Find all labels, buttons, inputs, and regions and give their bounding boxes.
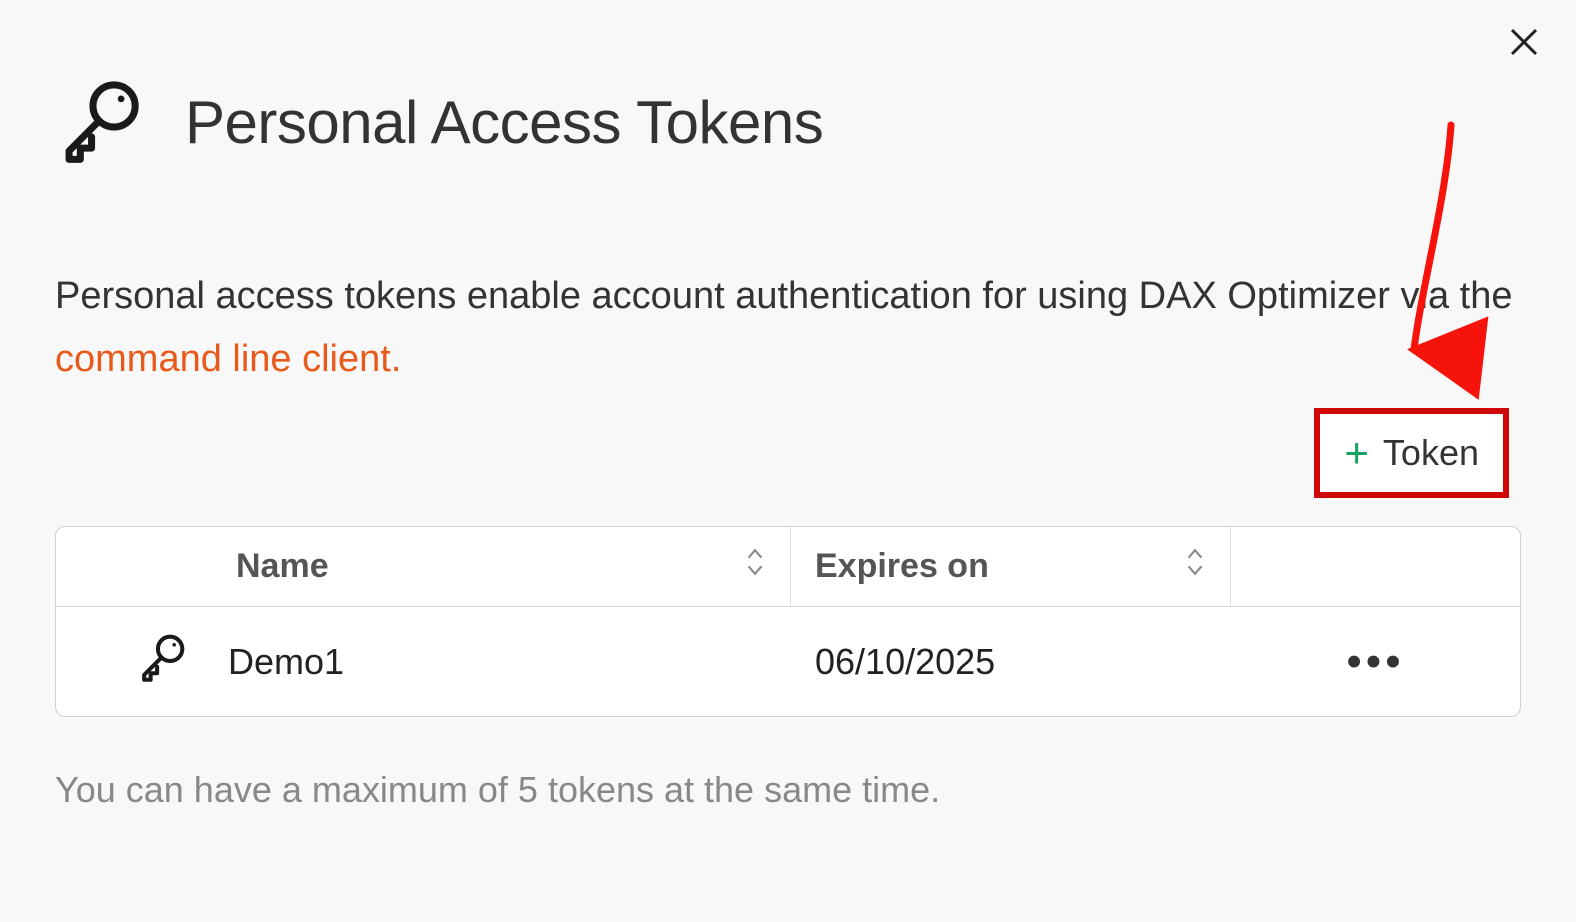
tokens-panel: Personal Access Tokens Personal access t… bbox=[0, 0, 1576, 841]
token-name: Demo1 bbox=[228, 641, 344, 683]
column-header-expires-label: Expires on bbox=[815, 547, 989, 586]
column-header-name[interactable]: Name bbox=[56, 527, 791, 606]
add-token-row: + Token bbox=[55, 408, 1521, 498]
footer-note: You can have a maximum of 5 tokens at th… bbox=[55, 769, 1521, 811]
sort-icon bbox=[744, 547, 766, 586]
description-prefix: Personal access tokens enable account au… bbox=[55, 275, 1512, 317]
close-icon bbox=[1508, 26, 1540, 58]
add-token-button[interactable]: + Token bbox=[1314, 408, 1509, 498]
column-header-expires[interactable]: Expires on bbox=[791, 527, 1231, 606]
add-token-label: Token bbox=[1383, 432, 1479, 474]
key-icon bbox=[136, 631, 188, 692]
row-actions-button[interactable]: ••• bbox=[1231, 616, 1520, 708]
table-row: Demo1 06/10/2025 ••• bbox=[56, 607, 1520, 716]
page-title: Personal Access Tokens bbox=[185, 88, 823, 157]
plus-icon: + bbox=[1344, 432, 1369, 474]
column-header-name-label: Name bbox=[236, 547, 329, 586]
sort-icon bbox=[1184, 547, 1206, 586]
table-header: Name Expires on bbox=[56, 527, 1520, 607]
description-text: Personal access tokens enable account au… bbox=[55, 265, 1521, 390]
cell-expires: 06/10/2025 bbox=[791, 617, 1231, 707]
more-icon: ••• bbox=[1346, 640, 1404, 684]
token-expires: 06/10/2025 bbox=[815, 641, 995, 682]
tokens-table: Name Expires on bbox=[55, 526, 1521, 717]
column-header-actions bbox=[1231, 527, 1520, 606]
key-icon bbox=[55, 75, 145, 170]
header: Personal Access Tokens bbox=[55, 75, 1521, 170]
cli-link[interactable]: command line client. bbox=[55, 338, 401, 380]
cell-name: Demo1 bbox=[56, 607, 791, 716]
close-button[interactable] bbox=[1504, 22, 1544, 62]
